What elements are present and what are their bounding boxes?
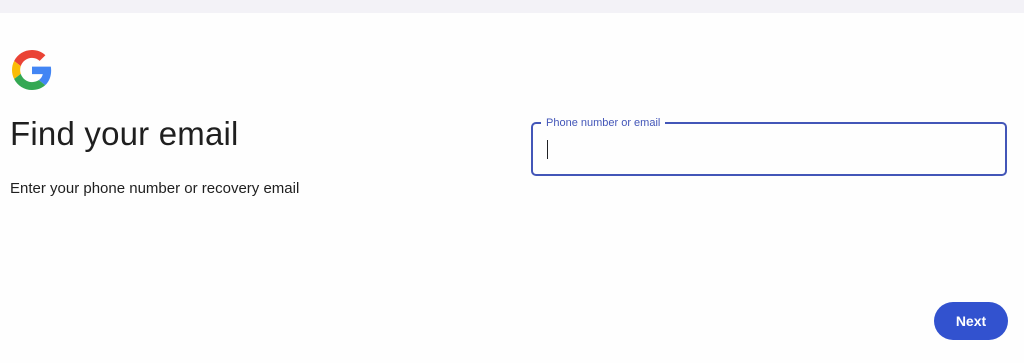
google-logo-icon	[12, 50, 52, 90]
top-bar	[0, 0, 1024, 13]
text-cursor	[547, 140, 548, 159]
phone-or-email-input[interactable]	[545, 136, 985, 162]
page-title: Find your email	[10, 115, 239, 152]
next-button[interactable]: Next	[934, 302, 1008, 340]
phone-or-email-field[interactable]: Phone number or email	[531, 115, 1007, 176]
phone-or-email-label: Phone number or email	[541, 115, 666, 131]
page-subtitle: Enter your phone number or recovery emai…	[10, 180, 300, 197]
